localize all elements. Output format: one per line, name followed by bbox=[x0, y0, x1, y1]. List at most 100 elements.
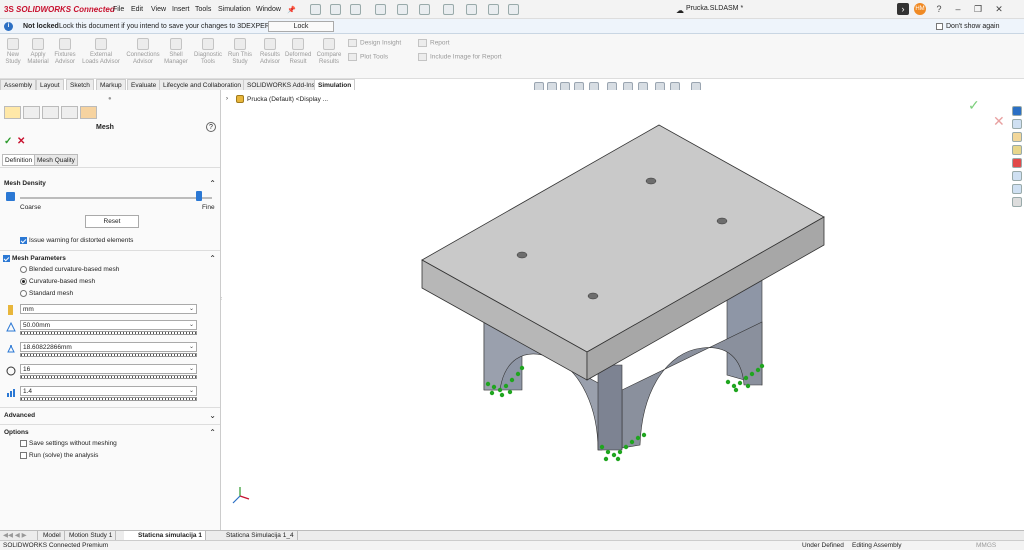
min-elements-circle-input[interactable]: 16 ⌄ bbox=[20, 364, 197, 374]
menu-insert[interactable]: Insert bbox=[172, 6, 190, 13]
mesh-density-header[interactable]: Mesh Density ⌃ bbox=[0, 178, 220, 189]
tab-evaluate[interactable]: Evaluate bbox=[127, 79, 161, 90]
configuration-manager-tab[interactable] bbox=[42, 106, 59, 119]
open-icon[interactable] bbox=[350, 4, 361, 15]
menu-tools[interactable]: Tools bbox=[195, 6, 211, 13]
property-manager-tab[interactable] bbox=[23, 106, 40, 119]
dimxpert-tab[interactable] bbox=[61, 106, 78, 119]
standard-mesh-radio[interactable] bbox=[20, 290, 27, 297]
panel-grip[interactable]: ● bbox=[108, 96, 112, 102]
ok-icon[interactable]: ✓ bbox=[4, 136, 12, 147]
new-study-button[interactable]: New Study bbox=[0, 38, 26, 66]
compare-results-button[interactable]: Compare Results bbox=[316, 38, 342, 66]
deformed-result-button[interactable]: Deformed Result bbox=[285, 38, 311, 66]
shell-manager-button[interactable]: Shell Manager bbox=[163, 38, 189, 66]
connections-advisor-button[interactable]: Connections Advisor bbox=[124, 38, 162, 66]
print-icon[interactable] bbox=[397, 4, 408, 15]
minimize-button[interactable]: – bbox=[952, 3, 964, 15]
file-explorer-icon[interactable] bbox=[1012, 132, 1022, 142]
fixtures-advisor-button[interactable]: Fixtures Advisor bbox=[52, 38, 78, 66]
min-element-size-thumbwheel[interactable] bbox=[20, 353, 197, 357]
reset-button[interactable]: Reset bbox=[85, 215, 139, 228]
slider-thumb[interactable] bbox=[195, 191, 202, 201]
pin-icon[interactable]: 📌 bbox=[287, 6, 296, 14]
warn-distorted-checkbox[interactable] bbox=[20, 237, 27, 244]
tab-assembly[interactable]: Assembly bbox=[0, 79, 37, 90]
curvature-based-radio[interactable] bbox=[20, 278, 27, 285]
advanced-header[interactable]: Advanced ⌄ bbox=[0, 410, 220, 421]
save-icon[interactable] bbox=[375, 4, 386, 15]
file-properties-icon[interactable] bbox=[488, 4, 499, 15]
undo-icon[interactable] bbox=[419, 4, 430, 15]
max-element-size-thumbwheel[interactable] bbox=[20, 331, 197, 335]
report-button[interactable]: Report bbox=[418, 39, 450, 47]
spinner-icon[interactable]: ⌄ bbox=[189, 321, 194, 330]
expand-arrow-icon[interactable]: › bbox=[226, 96, 228, 102]
confirm-cancel-icon[interactable]: ✕ bbox=[993, 113, 1005, 130]
min-element-size-input[interactable]: 18.60822866mm ⌄ bbox=[20, 342, 197, 352]
help-icon[interactable]: ? bbox=[933, 3, 945, 15]
user-avatar[interactable]: HM bbox=[914, 3, 926, 15]
rebuild-icon[interactable] bbox=[466, 4, 477, 15]
forum-icon[interactable] bbox=[1012, 184, 1022, 194]
results-advisor-button[interactable]: Results Advisor bbox=[257, 38, 283, 66]
menu-view[interactable]: View bbox=[151, 6, 166, 13]
spinner-icon[interactable]: ⌄ bbox=[189, 365, 194, 374]
tab-sketch[interactable]: Sketch bbox=[66, 79, 94, 90]
unit-system[interactable]: MMGS bbox=[976, 541, 996, 550]
tab-simulation[interactable]: Simulation bbox=[314, 79, 356, 90]
feature-manager-tab[interactable] bbox=[4, 106, 21, 119]
include-image-button[interactable]: Include Image for Report bbox=[418, 53, 502, 61]
restore-button[interactable]: ❐ bbox=[972, 3, 984, 15]
run-analysis-checkbox[interactable] bbox=[20, 452, 27, 459]
tab-markup[interactable]: Markup bbox=[96, 79, 126, 90]
menu-file[interactable]: File bbox=[113, 6, 124, 13]
tab-layout[interactable]: Layout bbox=[36, 79, 64, 90]
graphics-viewport[interactable] bbox=[222, 90, 1010, 530]
plot-tools-button[interactable]: Plot Tools bbox=[348, 53, 388, 61]
app-logo[interactable]: 3S SOLIDWORKS Connected bbox=[4, 5, 115, 14]
tab-lifecycle[interactable]: Lifecycle and Collaboration bbox=[159, 79, 246, 90]
unit-select[interactable]: mm ⌄ bbox=[20, 304, 197, 314]
diagnostic-tools-button[interactable]: Diagnostic Tools bbox=[193, 38, 223, 66]
options-header[interactable]: Options ⌃ bbox=[0, 427, 220, 438]
help-icon[interactable]: ? bbox=[206, 122, 216, 132]
menu-window[interactable]: Window bbox=[256, 6, 281, 13]
mesh-parameters-header[interactable]: Mesh Parameters ⌃ bbox=[0, 253, 220, 264]
options-gear-icon[interactable] bbox=[508, 4, 519, 15]
appearances-icon[interactable] bbox=[1012, 158, 1022, 168]
select-icon[interactable] bbox=[443, 4, 454, 15]
confirm-ok-icon[interactable]: ✓ bbox=[968, 97, 980, 114]
design-library-icon[interactable] bbox=[1012, 119, 1022, 129]
spinner-icon[interactable]: ⌄ bbox=[189, 387, 194, 396]
design-insight-button[interactable]: Design Insight bbox=[348, 39, 401, 47]
min-elements-circle-thumbwheel[interactable] bbox=[20, 375, 197, 379]
save-settings-checkbox[interactable] bbox=[20, 440, 27, 447]
close-button[interactable]: ✕ bbox=[993, 3, 1005, 15]
apply-material-button[interactable]: Apply Material bbox=[25, 38, 51, 66]
display-manager-tab[interactable] bbox=[80, 106, 97, 119]
lock-button[interactable]: Lock bbox=[268, 21, 334, 32]
max-element-size-input[interactable]: 50.00mm ⌄ bbox=[20, 320, 197, 330]
checkbox-box[interactable] bbox=[936, 23, 943, 30]
tab-addins[interactable]: SOLIDWORKS Add-Ins bbox=[243, 79, 319, 90]
new-document-icon[interactable] bbox=[330, 4, 341, 15]
view-palette-icon[interactable] bbox=[1012, 145, 1022, 155]
menu-simulation[interactable]: Simulation bbox=[218, 6, 251, 13]
home-icon[interactable] bbox=[310, 4, 321, 15]
growth-ratio-input[interactable]: 1.4 ⌄ bbox=[20, 386, 197, 396]
tab-definition[interactable]: Definition bbox=[2, 154, 36, 166]
cancel-icon[interactable]: ✕ bbox=[17, 136, 25, 147]
custom-properties-icon[interactable] bbox=[1012, 171, 1022, 181]
terminal-icon[interactable]: › bbox=[897, 3, 909, 15]
run-study-button[interactable]: Run This Study bbox=[227, 38, 253, 66]
mesh-density-slider[interactable] bbox=[20, 197, 212, 199]
recording-icon[interactable] bbox=[1012, 197, 1022, 207]
spinner-icon[interactable]: ⌄ bbox=[189, 343, 194, 352]
tab-mesh-quality[interactable]: Mesh Quality bbox=[34, 154, 78, 166]
solidworks-resources-icon[interactable] bbox=[1012, 106, 1022, 116]
mesh-parameters-checkbox[interactable] bbox=[3, 255, 10, 262]
blended-curvature-radio[interactable] bbox=[20, 266, 27, 273]
growth-ratio-thumbwheel[interactable] bbox=[20, 397, 197, 401]
external-loads-advisor-button[interactable]: External Loads Advisor bbox=[81, 38, 121, 66]
